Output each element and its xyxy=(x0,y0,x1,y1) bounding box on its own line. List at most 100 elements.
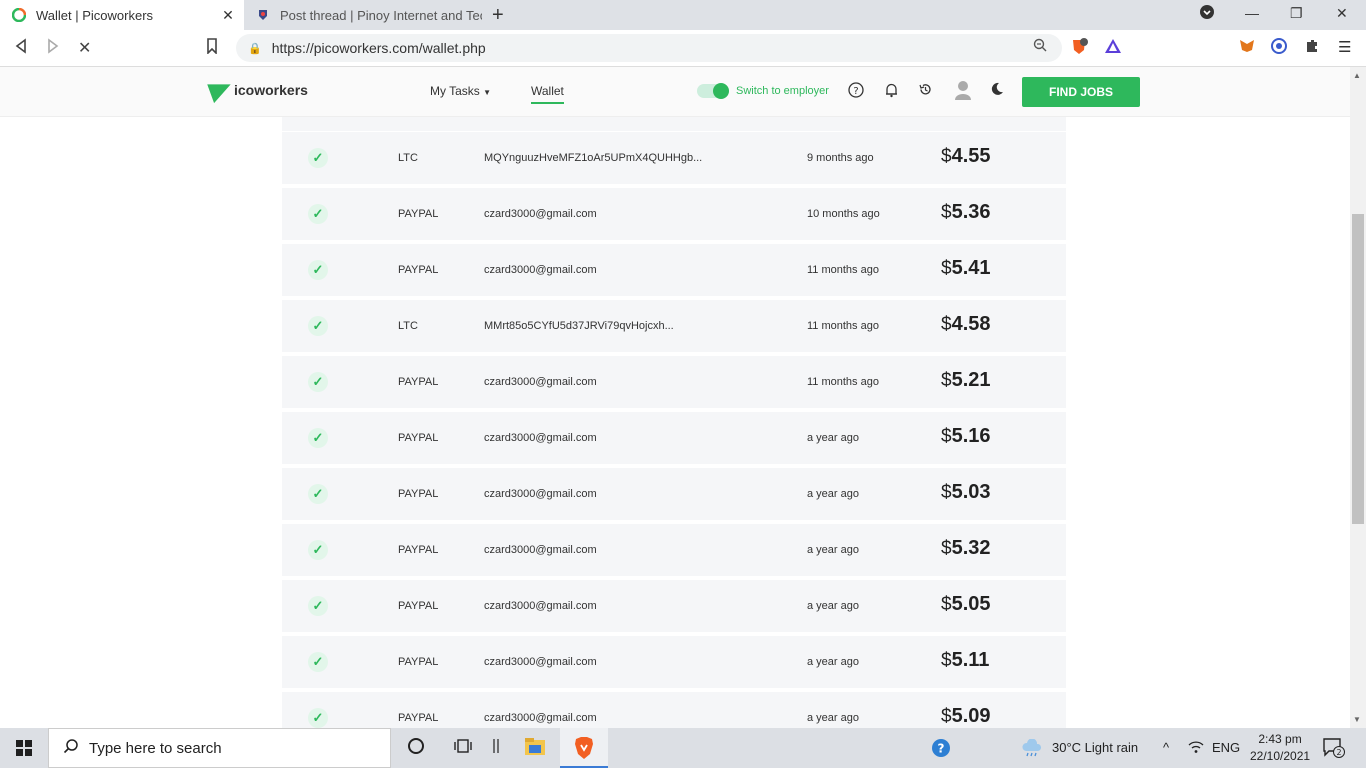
tab-close-icon[interactable]: ✕ xyxy=(218,7,238,24)
payment-amount: $5.41 xyxy=(941,257,991,280)
amount-value: 5.09 xyxy=(951,705,991,727)
extensions-puzzle-icon[interactable] xyxy=(1304,38,1320,58)
help-tray-icon[interactable]: ? xyxy=(931,738,951,761)
payment-amount: $5.21 xyxy=(941,369,991,392)
currency-symbol: $ xyxy=(941,258,952,279)
avatar[interactable] xyxy=(954,79,972,105)
currency-symbol: $ xyxy=(941,146,952,167)
payment-time: a year ago xyxy=(807,656,859,668)
history-icon[interactable] xyxy=(918,82,933,101)
check-icon: ✓ xyxy=(308,428,328,448)
brave-rewards-icon[interactable] xyxy=(1104,38,1122,58)
caret-down-icon: ▼ xyxy=(483,88,492,97)
tab-title: Post thread | Pinoy Internet and Techn xyxy=(280,7,482,23)
bookmark-icon[interactable] xyxy=(206,38,218,59)
payment-method: PAYPAL xyxy=(398,600,439,612)
amount-value: 5.21 xyxy=(951,369,991,391)
amount-value: 5.36 xyxy=(951,201,991,223)
check-icon: ✓ xyxy=(308,484,328,504)
address-bar[interactable]: 🔒 https://picoworkers.com/wallet.php xyxy=(236,34,1062,62)
notification-center-icon[interactable]: 2 xyxy=(1323,738,1345,762)
amount-value: 5.11 xyxy=(951,649,990,671)
brave-shields-icon[interactable] xyxy=(1070,38,1088,60)
nav-wallet[interactable]: Wallet xyxy=(531,84,564,104)
show-hidden-icons-icon[interactable]: ^ xyxy=(1163,740,1169,755)
scroll-down-icon[interactable]: ▼ xyxy=(1353,715,1361,724)
amount-value: 5.05 xyxy=(951,593,991,615)
bell-icon[interactable] xyxy=(884,82,899,102)
payment-address: czard3000@gmail.com xyxy=(484,656,597,668)
tab-search-icon[interactable] xyxy=(1200,5,1214,22)
payment-amount: $5.32 xyxy=(941,537,991,560)
currency-symbol: $ xyxy=(941,370,952,391)
payment-address: czard3000@gmail.com xyxy=(484,712,597,724)
menu-icon[interactable]: ☰ xyxy=(1338,38,1351,56)
amount-value: 4.58 xyxy=(951,313,991,335)
payment-address: czard3000@gmail.com xyxy=(484,544,597,556)
weather-text[interactable]: 30°C Light rain xyxy=(1052,740,1138,755)
svg-text:?: ? xyxy=(938,742,945,756)
check-icon: ✓ xyxy=(308,316,328,336)
payment-time: a year ago xyxy=(807,712,859,724)
scroll-up-icon[interactable]: ▲ xyxy=(1353,71,1361,80)
tab-wallet[interactable]: Wallet | Picoworkers ✕ xyxy=(0,0,244,30)
currency-symbol: $ xyxy=(941,538,952,559)
page-scrollbar[interactable]: ▲ ▼ xyxy=(1350,67,1366,728)
switch-to-employer-label[interactable]: Switch to employer xyxy=(736,85,829,97)
tab-post-thread[interactable]: Post thread | Pinoy Internet and Techn xyxy=(244,0,482,30)
payment-method: LTC xyxy=(398,152,418,164)
currency-symbol: $ xyxy=(941,482,952,503)
minimize-icon[interactable]: — xyxy=(1245,5,1259,21)
list-item: ✓ PAYPAL czard3000@gmail.com a year ago $5.1… xyxy=(282,412,1066,468)
new-tab-icon[interactable]: + xyxy=(492,4,504,27)
task-view-icon[interactable] xyxy=(454,737,472,760)
back-icon[interactable] xyxy=(14,38,28,59)
currency-symbol: $ xyxy=(941,594,952,615)
restore-icon[interactable]: ❐ xyxy=(1290,5,1303,22)
dark-mode-moon-icon[interactable] xyxy=(990,82,1004,100)
payment-method: PAYPAL xyxy=(398,488,439,500)
help-icon[interactable]: ? xyxy=(848,82,864,102)
extension-icon[interactable] xyxy=(1271,38,1287,58)
list-item: ✓ PAYPAL czard3000@gmail.com a year ago $5.3… xyxy=(282,524,1066,580)
check-icon: ✓ xyxy=(308,540,328,560)
amount-value: 5.32 xyxy=(951,537,991,559)
payment-method: PAYPAL xyxy=(398,376,439,388)
clock[interactable]: 2:43 pm 22/10/2021 xyxy=(1250,731,1310,765)
taskbar-search-input[interactable]: Type here to search xyxy=(48,728,391,768)
payment-amount: $5.16 xyxy=(941,425,991,448)
zoom-icon[interactable] xyxy=(1033,38,1047,56)
wifi-icon[interactable] xyxy=(1188,740,1204,757)
brave-browser-icon xyxy=(573,736,595,765)
amount-value: 5.41 xyxy=(951,257,991,279)
payment-method: PAYPAL xyxy=(398,544,439,556)
payment-method: PAYPAL xyxy=(398,208,439,220)
language-indicator[interactable]: ENG xyxy=(1212,740,1240,755)
taskbar-brave-button[interactable] xyxy=(560,728,608,768)
forward-icon[interactable] xyxy=(46,38,60,59)
window-close-icon[interactable]: ✕ xyxy=(1336,5,1348,22)
pinoy-favicon-icon xyxy=(256,8,270,22)
transaction-list: ✓ LTC MQYnguuzHveMFZ1oAr5UPmX4QUHHgb... 9 m… xyxy=(282,117,1066,728)
nav-my-tasks-label: My Tasks xyxy=(430,84,480,98)
payment-amount: $5.36 xyxy=(941,201,991,224)
payment-address: czard3000@gmail.com xyxy=(484,488,597,500)
metamask-icon[interactable] xyxy=(1238,38,1256,58)
nav-my-tasks[interactable]: My Tasks ▼ xyxy=(430,84,491,98)
picoworkers-logo[interactable]: icoworkers xyxy=(207,76,308,104)
cortana-icon[interactable] xyxy=(407,737,425,760)
list-item: ✓ LTC MQYnguuzHveMFZ1oAr5UPmX4QUHHgb... 9 m… xyxy=(282,132,1066,188)
payment-method: PAYPAL xyxy=(398,264,439,276)
windows-start-icon[interactable] xyxy=(16,740,32,756)
find-jobs-button[interactable]: FIND JOBS xyxy=(1022,77,1140,107)
amount-value: 5.03 xyxy=(951,481,991,503)
payment-amount: $4.55 xyxy=(941,145,991,168)
check-icon: ✓ xyxy=(308,204,328,224)
scrollbar-thumb[interactable] xyxy=(1352,214,1364,524)
file-explorer-icon[interactable] xyxy=(524,737,546,762)
weather-rain-icon[interactable] xyxy=(1021,738,1043,760)
check-icon: ✓ xyxy=(308,148,328,168)
employer-toggle[interactable] xyxy=(697,83,729,99)
logo-plane-icon xyxy=(207,76,235,104)
stop-loading-icon[interactable]: ✕ xyxy=(78,38,91,58)
